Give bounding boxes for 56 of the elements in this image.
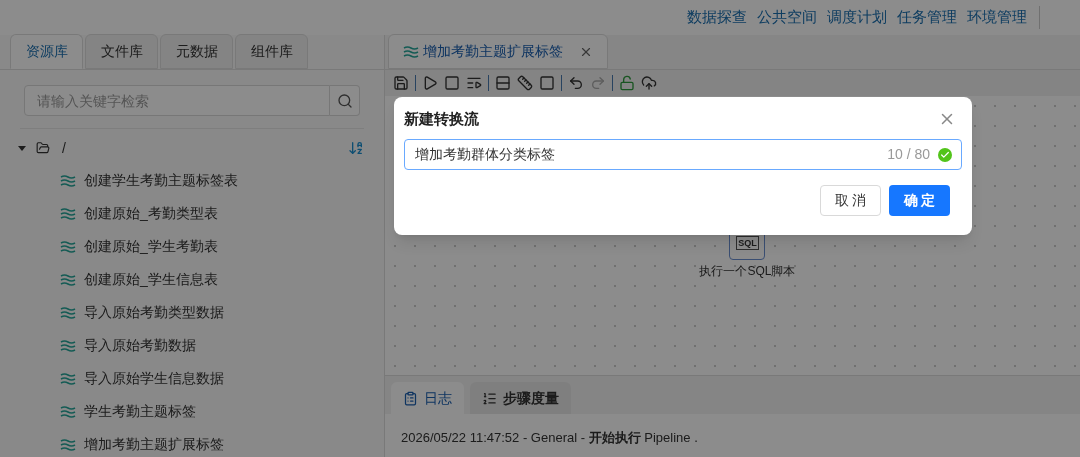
waves-icon <box>60 174 76 187</box>
nav-link[interactable]: 调度计划 <box>827 6 887 29</box>
nav-link[interactable]: 数据探查 <box>687 6 747 29</box>
tree-item[interactable]: 创建原始_学生信息表 <box>84 269 218 290</box>
folder-icon <box>36 141 50 155</box>
dialog-title: 新建转换流 <box>404 108 479 129</box>
sql-script-label: SQL <box>736 236 759 250</box>
library-tab[interactable]: 组件库 <box>235 34 308 69</box>
character-counter: 10 / 80 <box>887 145 930 164</box>
library-tab[interactable]: 资源库 <box>10 34 83 69</box>
log-line: 2026/05/22 11:47:52 - General - 开始执行 Pipeline . <box>400 429 699 447</box>
library-tab[interactable]: 文件库 <box>85 34 158 69</box>
waves-icon <box>60 339 76 352</box>
sort-icon[interactable] <box>348 140 364 156</box>
numbered-list-icon <box>482 390 497 406</box>
stop-icon[interactable] <box>444 75 460 91</box>
tree-item[interactable]: 创建原始_学生考勤表 <box>84 236 218 257</box>
waves-icon <box>60 207 76 220</box>
panel-tab[interactable]: 步骤度量 <box>470 382 571 414</box>
waves-icon <box>60 306 76 319</box>
cancel-button[interactable]: 取 消 <box>820 185 881 216</box>
node-label: 执行一个SQL脚本 <box>699 263 796 280</box>
tree-item[interactable]: 导入原始学生信息数据 <box>84 368 224 389</box>
rows-icon[interactable] <box>495 75 511 91</box>
search-button[interactable] <box>330 85 360 116</box>
waves-icon <box>60 372 76 385</box>
waves-icon <box>60 240 76 253</box>
waves-icon <box>60 438 76 451</box>
tree-item[interactable]: 导入原始考勤数据 <box>84 335 196 356</box>
waves-icon <box>60 405 76 418</box>
library-tab[interactable]: 元数据 <box>160 34 233 69</box>
undo-icon[interactable] <box>568 75 584 91</box>
tree-folder-label[interactable]: / <box>62 137 66 159</box>
ruler-icon[interactable] <box>517 75 533 91</box>
nav-link[interactable]: 公共空间 <box>757 6 817 29</box>
nav-link[interactable]: 任务管理 <box>897 6 957 29</box>
clipboard-icon <box>403 390 418 406</box>
tree-item[interactable]: 导入原始考勤类型数据 <box>84 302 224 323</box>
tree-item[interactable]: 学生考勤主题标签 <box>84 401 196 422</box>
waves-icon <box>60 273 76 286</box>
nav-link[interactable]: 环境管理 <box>967 6 1027 29</box>
editor-tab[interactable]: 增加考勤主题扩展标签 <box>388 34 608 69</box>
tree-item[interactable]: 创建学生考勤主题标签表 <box>84 170 238 191</box>
cloud-upload-icon[interactable] <box>641 75 657 91</box>
panel-tab[interactable]: 日志 <box>391 382 464 414</box>
tree-item[interactable]: 创建原始_考勤类型表 <box>84 203 218 224</box>
frame-icon[interactable] <box>539 75 555 91</box>
waves-icon <box>403 45 419 58</box>
unlock-icon[interactable] <box>619 75 635 91</box>
confirm-button[interactable]: 确 定 <box>889 185 950 216</box>
play-icon[interactable] <box>422 75 438 91</box>
search-icon <box>336 92 353 109</box>
save-icon[interactable] <box>393 75 409 91</box>
caret-icon[interactable] <box>18 144 26 152</box>
run-steps-icon[interactable] <box>466 75 482 91</box>
tree-item[interactable]: 增加考勤主题扩展标签 <box>84 434 224 455</box>
